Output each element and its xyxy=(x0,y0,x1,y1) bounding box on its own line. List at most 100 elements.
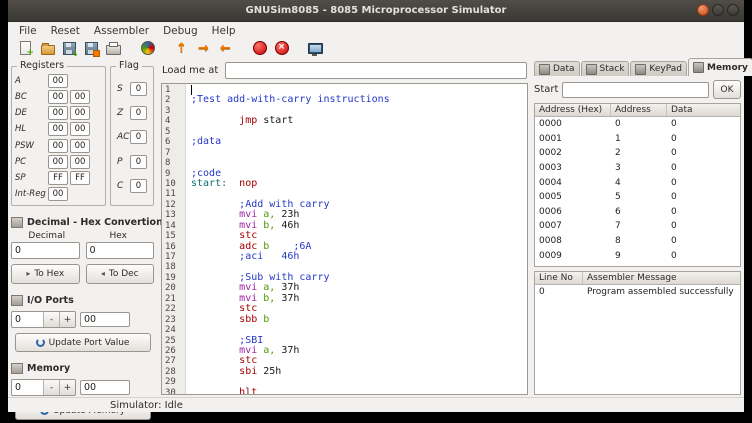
assembler-message-row[interactable]: 0Program assembled successfully xyxy=(535,285,740,300)
code-line[interactable] xyxy=(191,158,527,168)
code-editor[interactable]: 1234567891011121314151617181920212223242… xyxy=(161,83,528,395)
memory-table-row[interactable]: 000660 xyxy=(535,205,740,220)
tab-data[interactable]: Data xyxy=(534,61,580,76)
update-port-value-button[interactable]: Update Port Value xyxy=(15,333,151,352)
menu-debug[interactable]: Debug xyxy=(156,24,205,38)
right-arrow-icon[interactable] xyxy=(196,41,211,56)
register-value[interactable]: 00 xyxy=(70,139,90,153)
tab-memory[interactable]: Memory xyxy=(688,58,752,76)
print-icon[interactable] xyxy=(106,41,121,56)
code-line[interactable]: jmp start xyxy=(191,116,527,126)
memory-table-row[interactable]: 000000 xyxy=(535,117,740,132)
memory-header[interactable]: Memory xyxy=(11,363,154,374)
converter-header[interactable]: Decimal - Hex Convertion xyxy=(11,217,154,228)
column-line-no[interactable]: Line No xyxy=(535,272,583,284)
new-file-icon[interactable] xyxy=(18,41,33,56)
column-assembler-message[interactable]: Assembler Message xyxy=(583,272,740,284)
register-value[interactable]: FF xyxy=(48,171,68,185)
to-hex-button[interactable]: To Hex xyxy=(11,264,80,284)
register-value[interactable]: 00 xyxy=(48,74,68,88)
memory-table-row[interactable]: 000770 xyxy=(535,219,740,234)
menu-assembler[interactable]: Assembler xyxy=(87,24,156,38)
memory-table-row[interactable]: 000880 xyxy=(535,234,740,249)
register-value[interactable]: 00 xyxy=(70,122,90,136)
left-arrow-icon[interactable] xyxy=(218,41,233,56)
io-port-address-input[interactable]: 0 xyxy=(12,312,43,327)
column-address[interactable]: Address xyxy=(611,104,667,116)
title-bar[interactable]: GNUSim8085 - 8085 Microprocessor Simulat… xyxy=(8,0,744,22)
save-icon[interactable] xyxy=(62,41,77,56)
memory-increment-button[interactable]: + xyxy=(59,380,75,395)
up-arrow-icon[interactable] xyxy=(174,41,189,56)
to-dec-button[interactable]: To Dec xyxy=(86,264,155,284)
register-label: A xyxy=(15,76,48,86)
register-value[interactable]: 00 xyxy=(48,122,68,136)
code-line[interactable]: ;data xyxy=(191,137,527,147)
column-address-hex[interactable]: Address (Hex) xyxy=(535,104,611,116)
hex-column-label: Hex xyxy=(83,231,155,241)
load-address-input[interactable] xyxy=(225,62,527,79)
register-value[interactable]: 00 xyxy=(48,155,68,169)
record-icon[interactable] xyxy=(252,41,267,56)
memory-table-row[interactable]: 000440 xyxy=(535,175,740,190)
line-number: 12 xyxy=(165,200,185,210)
minimize-icon[interactable] xyxy=(712,4,724,16)
flag-value[interactable]: 0 xyxy=(130,82,147,96)
close-icon[interactable] xyxy=(697,4,709,16)
memory-address-input[interactable]: 0 xyxy=(12,380,43,395)
register-value[interactable]: 00 xyxy=(48,187,68,201)
code-line[interactable] xyxy=(191,148,527,158)
tab-keypad[interactable]: KeyPad xyxy=(630,61,687,76)
register-value[interactable]: 00 xyxy=(48,106,68,120)
converter-section-icon xyxy=(11,217,23,228)
flag-value[interactable]: 0 xyxy=(130,155,147,169)
io-port-increment-button[interactable]: + xyxy=(59,312,75,327)
column-data[interactable]: Data xyxy=(667,104,740,116)
maximize-icon[interactable] xyxy=(727,4,739,16)
code-line[interactable]: ;Test add-with-carry instructions xyxy=(191,95,527,105)
code-line[interactable]: sbb b xyxy=(191,315,527,325)
menu-help[interactable]: Help xyxy=(205,24,243,38)
memory-table-row[interactable]: 000220 xyxy=(535,146,740,161)
update-port-value-label: Update Port Value xyxy=(49,338,130,348)
assemble-icon[interactable] xyxy=(140,41,155,56)
memory-value-input[interactable]: 00 xyxy=(80,380,130,395)
start-address-input[interactable] xyxy=(562,82,709,98)
memory-table-row[interactable]: 000550 xyxy=(535,190,740,205)
io-port-value-input[interactable]: 00 xyxy=(80,312,130,327)
menu-bar: FileResetAssemblerDebugHelp xyxy=(8,22,744,39)
register-value[interactable]: FF xyxy=(70,171,90,185)
flag-value[interactable]: 0 xyxy=(130,106,147,120)
code-line[interactable]: start: nop xyxy=(191,179,527,189)
code-line[interactable]: sbi 25h xyxy=(191,367,527,377)
decimal-input[interactable]: 0 xyxy=(11,242,80,259)
stop-icon[interactable] xyxy=(274,41,289,56)
hex-input[interactable]: 0 xyxy=(86,242,155,259)
memory-table-row[interactable]: 000330 xyxy=(535,161,740,176)
code-line[interactable]: hlt xyxy=(191,388,527,394)
code-line[interactable]: ;aci 46h xyxy=(191,252,527,262)
register-value[interactable]: 00 xyxy=(48,90,68,104)
menu-reset[interactable]: Reset xyxy=(44,24,87,38)
register-value[interactable]: 00 xyxy=(70,155,90,169)
flag-value[interactable]: 0 xyxy=(130,130,147,144)
io-port-decrement-button[interactable]: - xyxy=(43,312,59,327)
tab-stack[interactable]: Stack xyxy=(581,61,630,76)
memory-decrement-button[interactable]: - xyxy=(43,380,59,395)
ok-button[interactable]: OK xyxy=(713,80,741,99)
editor-code[interactable]: ;Test add-with-carry instructions jmp st… xyxy=(186,84,527,394)
save-as-icon[interactable] xyxy=(84,41,99,56)
monitor-icon[interactable] xyxy=(308,41,323,56)
code-line[interactable] xyxy=(191,127,527,137)
line-number: 23 xyxy=(165,315,185,325)
memory-section-icon xyxy=(11,363,23,374)
open-file-icon[interactable] xyxy=(40,41,55,56)
memory-table-row[interactable]: 000990 xyxy=(535,248,740,263)
register-value[interactable]: 00 xyxy=(48,139,68,153)
register-value[interactable]: 00 xyxy=(70,106,90,120)
menu-file[interactable]: File xyxy=(12,24,44,38)
io-ports-header[interactable]: I/O Ports xyxy=(11,295,154,306)
memory-table-row[interactable]: 000110 xyxy=(535,132,740,147)
register-value[interactable]: 00 xyxy=(70,90,90,104)
flag-value[interactable]: 0 xyxy=(130,179,147,193)
